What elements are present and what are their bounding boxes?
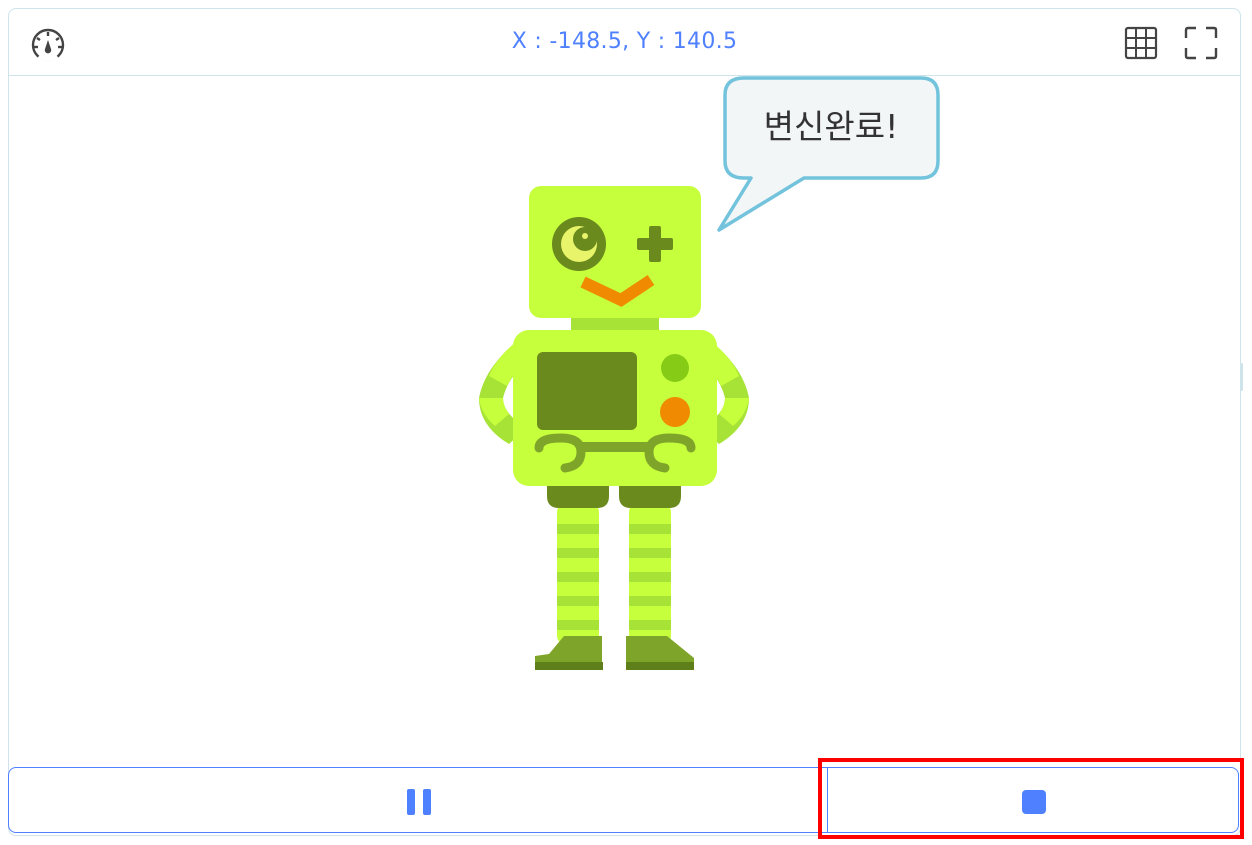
robot-head — [529, 186, 701, 318]
stage-panel: X : -148.5, Y : 140.5 변신완료! — [8, 8, 1241, 836]
stop-icon — [1022, 790, 1046, 814]
robot-left-leg — [557, 504, 599, 644]
robot-sprite[interactable] — [479, 186, 749, 670]
speech-bubble: 변신완료! — [717, 76, 940, 232]
fullscreen-icon[interactable] — [1184, 26, 1218, 60]
stage-canvas[interactable]: 변신완료! — [9, 76, 1240, 766]
stop-button[interactable] — [827, 767, 1239, 833]
playback-controls — [8, 767, 1239, 833]
pause-icon — [407, 789, 431, 815]
scroll-handle[interactable] — [1240, 363, 1243, 391]
speech-bubble-text: 변신완료! — [764, 107, 899, 146]
robot-right-leg — [629, 504, 671, 644]
grid-icon[interactable] — [1124, 26, 1158, 60]
stage-toolbar: X : -148.5, Y : 140.5 — [9, 9, 1240, 76]
robot-torso — [513, 316, 717, 486]
pause-button[interactable] — [8, 767, 829, 833]
coordinate-readout: X : -148.5, Y : 140.5 — [511, 29, 738, 54]
stage-scene: 변신완료! — [479, 76, 940, 670]
